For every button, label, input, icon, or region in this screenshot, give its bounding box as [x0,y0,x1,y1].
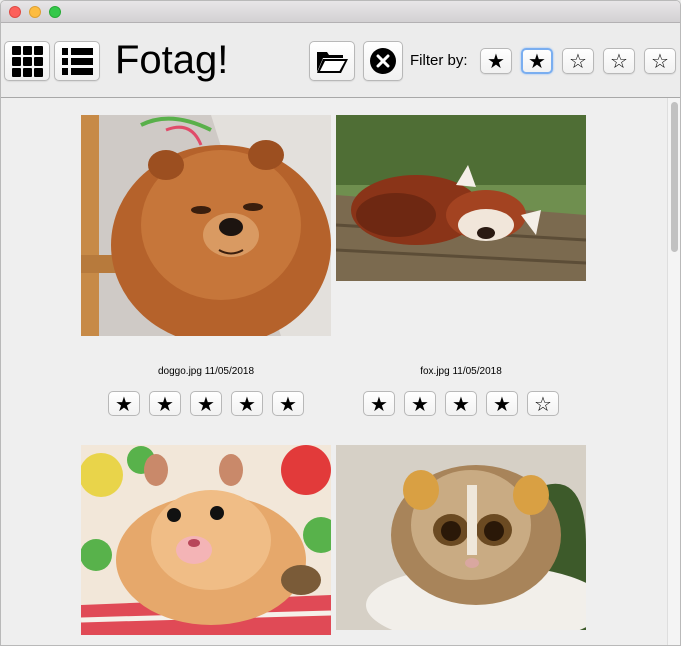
fox-star-3[interactable]: ★ [445,391,477,416]
filter-label: Filter by: [410,52,468,69]
filter-star-4[interactable]: ☆ [603,48,635,74]
photo-caption-doggo: doggo.jpg 11/05/2018 [157,366,254,377]
photo-thumbnail-fox[interactable] [336,115,586,281]
filter-star-5[interactable]: ☆ [644,48,676,74]
fox-star-2[interactable]: ★ [404,391,436,416]
doggo-star-4[interactable]: ★ [231,391,263,416]
zoom-window-button[interactable] [49,6,61,18]
photo-thumbnail-hamster[interactable] [81,445,331,635]
grid-icon [11,45,43,77]
photo-thumbnail-loris[interactable] [336,445,586,630]
photo-grid: doggo.jpg 11/05/2018 ★ ★ ★ ★ ★ fox.jpg 1… [1,98,667,645]
list-view-button[interactable] [54,41,100,81]
doggo-star-3[interactable]: ★ [190,391,222,416]
toolbar: Fotag! Filter by: ★ ★ ☆ ☆ ☆ [1,23,680,98]
list-icon [61,47,93,75]
hamster-photo-image [81,445,331,635]
close-window-button[interactable] [9,6,21,18]
clear-x-icon [370,48,396,74]
app-window: Fotag! Filter by: ★ ★ ☆ ☆ ☆ doggo.jpg 11… [0,0,681,646]
grid-view-button[interactable] [4,41,50,81]
vertical-scrollbar[interactable] [667,98,680,645]
doggo-star-5[interactable]: ★ [272,391,304,416]
red-panda-photo-image [336,115,586,281]
doggo-star-1[interactable]: ★ [108,391,140,416]
doggo-star-2[interactable]: ★ [149,391,181,416]
open-folder-button[interactable] [309,41,355,81]
slow-loris-photo-image [336,445,586,630]
folder-open-icon [317,52,348,73]
filter-star-2[interactable]: ★ [521,48,553,74]
app-title: Fotag! [115,38,229,82]
fox-star-1[interactable]: ★ [363,391,395,416]
fox-star-4[interactable]: ★ [486,391,518,416]
title-bar [1,1,680,23]
minimize-window-button[interactable] [29,6,41,18]
dog-photo-image [81,115,331,336]
filter-star-1[interactable]: ★ [480,48,512,74]
filter-star-3[interactable]: ☆ [562,48,594,74]
clear-filter-button[interactable] [363,41,403,81]
scrollbar-thumb[interactable] [671,102,678,252]
fox-star-5[interactable]: ☆ [527,391,559,416]
rating-row-doggo: ★ ★ ★ ★ ★ [108,391,304,416]
rating-row-fox: ★ ★ ★ ★ ☆ [363,391,559,416]
photo-caption-fox: fox.jpg 11/05/2018 [420,366,502,377]
photo-thumbnail-doggo[interactable] [81,115,331,336]
